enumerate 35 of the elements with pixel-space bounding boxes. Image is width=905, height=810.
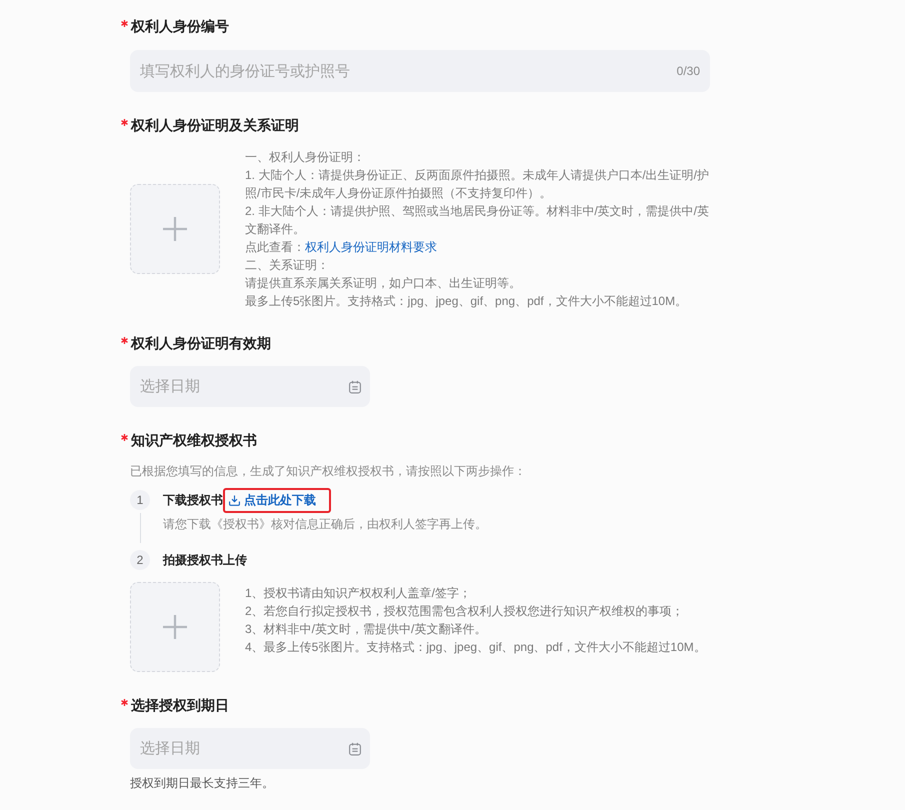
calendar-icon bbox=[349, 380, 361, 393]
step-note: 请您下载《授权书》核对信息正确后，由权利人签字再上传。 bbox=[163, 516, 487, 533]
help-text: 4、最多上传5张图片。支持格式：jpg、jpeg、gif、png、pdf，文件大小不能超过10M。 bbox=[245, 639, 706, 656]
step-number: 1 bbox=[130, 490, 150, 510]
help-text: 2、若您自行拟定授权书，授权范围需包含权利人授权您进行知识产权维权的事项； bbox=[245, 603, 684, 620]
help-text: 1. 大陆个人：请提供身份证正、反两面原件拍摄照。未成年人请提供户口本/出生证明/护照/市民卡/未成年人身份证原件拍摄照（不支持复印件）。 bbox=[245, 167, 710, 202]
step-number: 2 bbox=[130, 550, 150, 570]
field-label: 选择授权到期日 bbox=[131, 696, 229, 715]
date-input[interactable]: 选择日期 bbox=[130, 366, 370, 407]
help-text: 二、关系证明： bbox=[245, 257, 329, 274]
requirements-link[interactable]: 权利人身份证明材料要求 bbox=[305, 240, 437, 254]
plus-icon bbox=[163, 615, 187, 639]
help-text: 1、授权书请由知识产权权利人盖章/签字； bbox=[245, 585, 472, 602]
date-input[interactable]: 选择日期 bbox=[130, 728, 370, 769]
help-text: 一、权利人身份证明： bbox=[245, 149, 365, 166]
calendar-icon bbox=[349, 742, 361, 755]
help-text: 点此查看：权利人身份证明材料要求 bbox=[245, 239, 437, 256]
field-label: 知识产权维权授权书 bbox=[131, 431, 257, 450]
step-title: 拍摄授权书上传 bbox=[163, 552, 247, 569]
download-icon bbox=[229, 494, 240, 506]
help-text: 最多上传5张图片。支持格式：jpg、jpeg、gif、png、pdf，文件大小不能超过10M。 bbox=[245, 293, 688, 310]
hint-text: 授权到期日最长支持三年。 bbox=[130, 775, 274, 792]
field-label: 权利人身份编号 bbox=[131, 17, 229, 36]
field-label: 权利人身份证明及关系证明 bbox=[131, 116, 299, 135]
upload-box[interactable] bbox=[130, 582, 220, 672]
step-title: 下载授权书 bbox=[163, 492, 223, 509]
help-text: 请提供直系亲属关系证明，如户口本、出生证明等。 bbox=[245, 275, 521, 292]
plus-icon bbox=[163, 217, 187, 241]
download-link[interactable]: 点击此处下载 bbox=[229, 490, 316, 510]
field-label: 权利人身份证明有效期 bbox=[131, 334, 271, 353]
help-text: 2. 非大陆个人：请提供护照、驾照或当地居民身份证等。材料非中/英文时，需提供中/英文翻译件。 bbox=[245, 203, 710, 238]
help-text: 3、材料非中/英文时，需提供中/英文翻译件。 bbox=[245, 621, 486, 638]
upload-box[interactable] bbox=[130, 184, 220, 274]
char-counter: 0/30 bbox=[676, 63, 700, 80]
instructions-text: 已根据您填写的信息，生成了知识产权维权授权书，请按照以下两步操作： bbox=[130, 463, 526, 480]
